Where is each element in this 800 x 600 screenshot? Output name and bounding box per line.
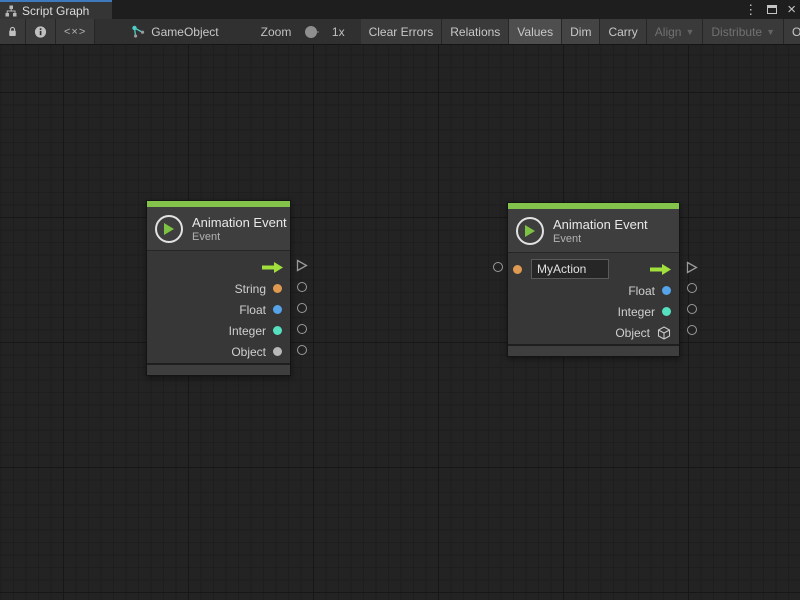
name-in-port[interactable] <box>493 262 503 272</box>
node-subtitle: Event <box>553 233 648 245</box>
graph-icon <box>5 5 17 17</box>
zoom-value: 1x <box>324 19 353 44</box>
object-out-port[interactable] <box>687 325 697 335</box>
dropdown-arrow-icon: ▼ <box>685 27 694 37</box>
node-footer <box>508 344 679 356</box>
clear-errors-button[interactable]: Clear Errors <box>361 19 443 44</box>
node-animation-event-2[interactable]: Animation Event Event Float <box>507 202 680 357</box>
script-graph-window: Script Graph ⋮ × <×> <box>0 0 800 600</box>
close-icon[interactable]: × <box>787 2 796 17</box>
flow-arrow-icon <box>262 261 284 274</box>
gameobject-graph-icon <box>131 25 145 38</box>
float-port-dot <box>273 305 282 314</box>
trigger-out-port[interactable] <box>685 261 698 274</box>
integer-out-port[interactable] <box>297 324 307 334</box>
zoom-label: Zoom <box>253 19 300 44</box>
node-header[interactable]: Animation Event Event <box>147 207 290 250</box>
port-row-integer: Integer <box>147 320 290 341</box>
integer-out-port[interactable] <box>687 304 697 314</box>
window-controls: ⋮ × <box>744 0 796 19</box>
event-play-icon <box>516 217 544 245</box>
graph-canvas[interactable]: Animation Event Event String Float <box>0 45 800 600</box>
trigger-out-row <box>147 256 290 278</box>
target-label: GameObject <box>151 25 218 39</box>
float-out-port[interactable] <box>687 283 697 293</box>
node-body: String Float Integer Object <box>147 250 290 363</box>
port-row-object: Object <box>508 322 679 343</box>
lock-icon <box>8 25 17 38</box>
node-footer <box>147 363 290 375</box>
tab-label: Script Graph <box>22 4 89 18</box>
string-port-dot <box>273 284 282 293</box>
node-body: Float Integer Object <box>508 252 679 344</box>
port-row-float: Float <box>508 280 679 301</box>
title-bar: Script Graph ⋮ × <box>0 0 800 19</box>
port-row-float: Float <box>147 299 290 320</box>
name-input-port-dot <box>513 265 522 274</box>
node-header[interactable]: Animation Event Event <box>508 209 679 252</box>
overview-button[interactable]: Overv <box>784 19 800 44</box>
tab-script-graph[interactable]: Script Graph <box>0 0 112 19</box>
node-title: Animation Event <box>553 217 648 232</box>
align-dropdown[interactable]: Align ▼ <box>647 19 704 44</box>
port-row-integer: Integer <box>508 301 679 322</box>
object-out-port[interactable] <box>297 345 307 355</box>
carry-toggle[interactable]: Carry <box>600 19 646 44</box>
info-button[interactable] <box>26 19 56 44</box>
dropdown-arrow-icon: ▼ <box>766 27 775 37</box>
flow-arrow-icon <box>650 263 672 276</box>
node-animation-event-1[interactable]: Animation Event Event String Float <box>146 200 291 376</box>
string-out-port[interactable] <box>297 282 307 292</box>
trigger-out-port[interactable] <box>295 259 308 272</box>
dim-toggle[interactable]: Dim <box>562 19 600 44</box>
relations-button[interactable]: Relations <box>442 19 509 44</box>
zoom-slider-handle[interactable] <box>305 26 317 38</box>
info-icon <box>34 25 47 39</box>
cube-icon <box>657 326 671 340</box>
event-play-icon <box>155 215 183 243</box>
node-subtitle: Event <box>192 231 287 243</box>
float-port-dot <box>662 286 671 295</box>
maximize-icon[interactable] <box>767 5 777 14</box>
port-row-string: String <box>147 278 290 299</box>
lock-button[interactable] <box>0 19 26 44</box>
float-out-port[interactable] <box>297 303 307 313</box>
graph-toolbar: <×> GameObject Zoom 1x Clear Errors Rela… <box>0 19 800 45</box>
values-toggle[interactable]: Values <box>509 19 562 44</box>
action-name-input[interactable] <box>531 259 609 279</box>
input-and-trigger-row <box>508 258 679 280</box>
menu-icon[interactable]: ⋮ <box>744 3 757 16</box>
port-row-object: Object <box>147 341 290 362</box>
object-port-dot <box>273 347 282 356</box>
zoom-slider[interactable] <box>307 19 319 44</box>
node-title: Animation Event <box>192 215 287 230</box>
distribute-dropdown[interactable]: Distribute ▼ <box>703 19 784 44</box>
target-gameobject-button[interactable]: GameObject <box>123 19 226 44</box>
code-view-button[interactable]: <×> <box>56 19 95 44</box>
integer-port-dot <box>273 326 282 335</box>
integer-port-dot <box>662 307 671 316</box>
